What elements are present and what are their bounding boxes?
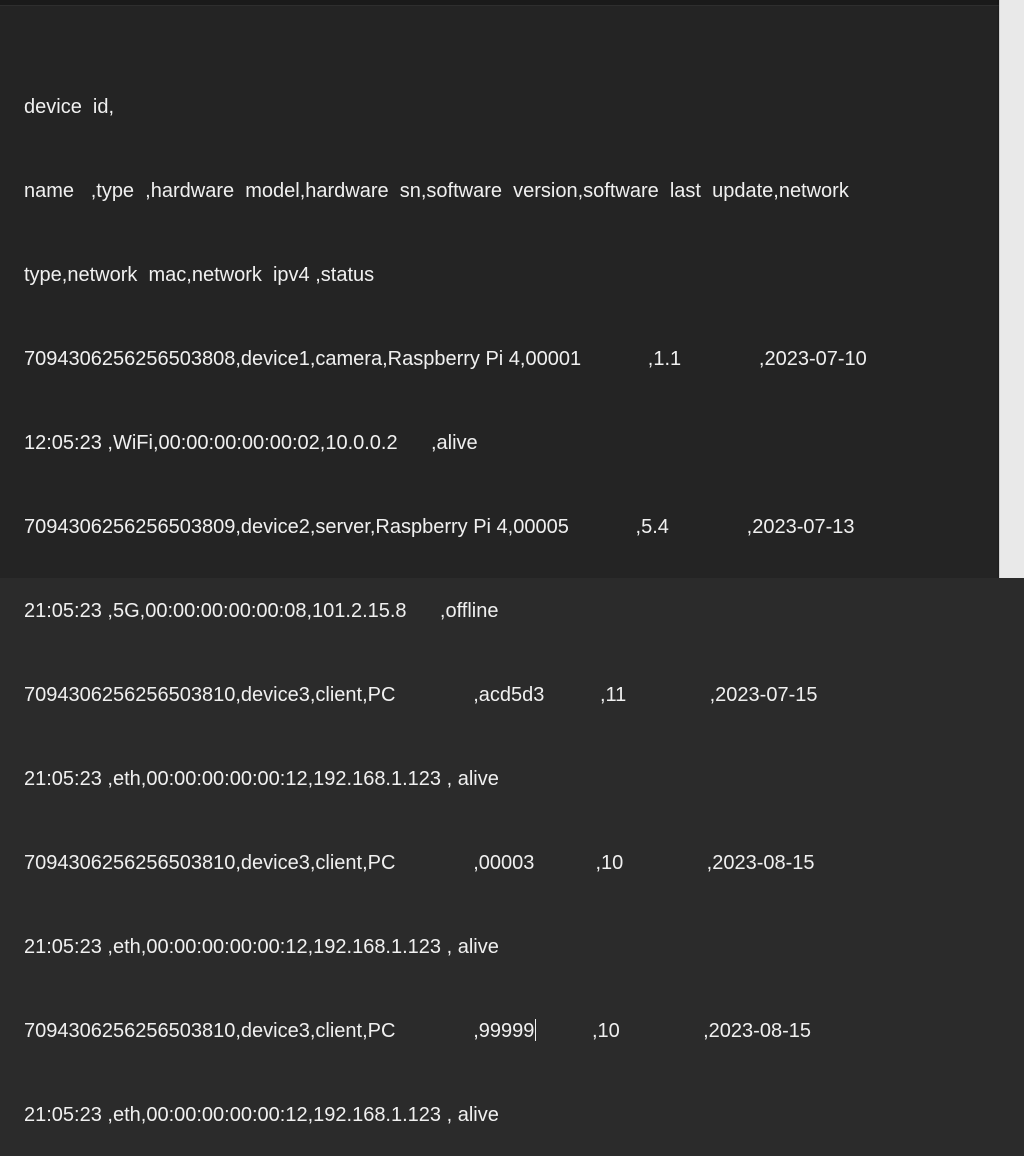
text-line-with-caret: 7094306256256503810,device3,client,PC ,9… [24, 1017, 986, 1045]
text-editor-window: device id, name ,type ,hardware model,ha… [0, 0, 1024, 1126]
text-line: 7094306256256503810,device3,client,PC ,a… [24, 684, 818, 706]
text-line: type,network mac,network ipv4 ,status [24, 264, 375, 286]
text-editor-area[interactable]: device id, name ,type ,hardware model,ha… [0, 6, 1000, 1126]
document-text[interactable]: device id, name ,type ,hardware model,ha… [24, 37, 986, 1156]
text-line: name ,type ,hardware model,hardware sn,s… [24, 180, 849, 202]
text-line: 7094306256256503808,device1,camera,Raspb… [24, 348, 867, 370]
text-line: 21:05:23 ,eth,00:00:00:00:00:12,192.168.… [24, 936, 499, 958]
text-segment: ,10 ,2023-08-15 [536, 1020, 811, 1042]
vertical-scrollbar[interactable] [999, 0, 1024, 578]
text-line: 21:05:23 ,eth,00:00:00:00:00:12,192.168.… [24, 768, 499, 790]
text-line: 7094306256256503810,device3,client,PC ,0… [24, 852, 815, 874]
text-line: 7094306256256503809,device2,server,Raspb… [24, 516, 855, 538]
text-line: 21:05:23 ,eth,00:00:00:00:00:12,192.168.… [24, 1104, 499, 1126]
text-line: 12:05:23 ,WiFi,00:00:00:00:00:02,10.0.0.… [24, 432, 478, 454]
text-segment: 7094306256256503810,device3,client,PC ,9… [24, 1020, 535, 1042]
text-line: device id, [24, 96, 115, 118]
text-line: 21:05:23 ,5G,00:00:00:00:00:08,101.2.15.… [24, 600, 499, 622]
